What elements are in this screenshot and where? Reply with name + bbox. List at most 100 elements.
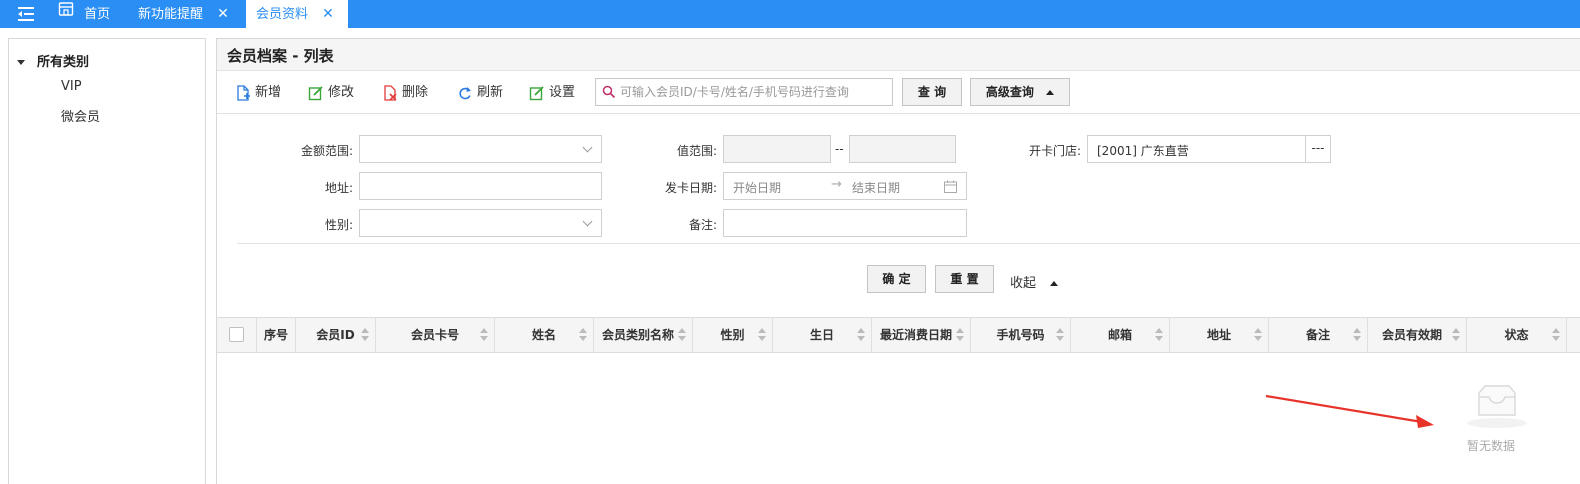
column-header[interactable]: 姓名 <box>495 318 594 352</box>
toolbar: 新增 修改 删除 刷新 设置 可输入会员ID/卡号/姓名/手机号码进行查询 查 … <box>217 72 1580 114</box>
column-header[interactable]: 会员类别名称 <box>594 318 693 352</box>
store-picker-button[interactable]: --- <box>1305 135 1331 163</box>
column-header[interactable]: 手机号码 <box>971 318 1071 352</box>
remark-label: 备注: <box>688 218 717 232</box>
sort-icon[interactable] <box>1452 328 1460 342</box>
add-button[interactable]: 新增 <box>235 82 281 104</box>
advanced-query-button[interactable]: 高级查询 <box>970 78 1070 106</box>
column-header[interactable]: 状态 <box>1467 318 1567 352</box>
advanced-query-label: 高级查询 <box>985 85 1034 99</box>
column-header[interactable]: 会员ID <box>296 318 376 352</box>
sort-icon[interactable] <box>956 328 964 342</box>
collapse-label: 收起 <box>1010 276 1037 291</box>
close-icon[interactable]: ✕ <box>322 0 334 28</box>
issue-date-label: 发卡日期: <box>664 181 717 195</box>
collapse-toggle[interactable]: 收起 <box>1010 272 1059 291</box>
column-header[interactable]: 生日 <box>773 318 872 352</box>
sort-icon[interactable] <box>857 328 865 342</box>
settings-button[interactable]: 设置 <box>529 82 575 104</box>
chevron-down-icon <box>582 142 593 153</box>
column-header[interactable]: 最近消费日期 <box>872 318 971 352</box>
value-range-max-input[interactable] <box>849 135 956 163</box>
issuing-store-label: 开卡门店: <box>1028 144 1081 158</box>
column-label: 会员卡号 <box>410 328 459 342</box>
gender-select[interactable] <box>359 209 602 237</box>
column-header[interactable]: 备注 <box>1269 318 1368 352</box>
confirm-button[interactable]: 确 定 <box>867 265 926 293</box>
sort-icon[interactable] <box>579 328 587 342</box>
close-icon[interactable]: ✕ <box>217 0 229 28</box>
select-all-checkbox[interactable] <box>229 327 244 342</box>
annotation-arrow-icon <box>1265 394 1434 428</box>
column-header[interactable]: 会员有效期 <box>1368 318 1467 352</box>
calendar-icon <box>944 180 957 193</box>
column-label: 序号 <box>263 328 288 342</box>
reset-button[interactable]: 重 置 <box>935 265 994 293</box>
edit-button[interactable]: 修改 <box>308 82 354 104</box>
tab-member-info[interactable]: 会员资料 ✕ <box>246 0 348 28</box>
search-icon <box>602 85 616 99</box>
title-bar: 会员档案 - 列表 <box>217 39 1580 71</box>
tree-root-all-categories[interactable]: 所有类别 <box>17 51 89 70</box>
sort-icon[interactable] <box>758 328 766 342</box>
gender-label: 性别: <box>324 218 353 232</box>
arrow-right-icon: → <box>831 177 842 192</box>
column-label: 会员有效期 <box>1381 328 1442 342</box>
category-tree-panel: 所有类别 VIP 微会员 <box>8 38 206 484</box>
sort-icon[interactable] <box>1552 328 1560 342</box>
empty-inbox-icon <box>1467 385 1527 428</box>
select-all-cell <box>217 318 257 352</box>
column-label: 生日 <box>809 328 834 342</box>
query-button[interactable]: 查 询 <box>902 78 962 106</box>
add-label: 新增 <box>255 85 282 100</box>
add-file-icon <box>237 84 250 101</box>
sort-icon[interactable] <box>480 328 488 342</box>
column-header[interactable]: 地址 <box>1170 318 1269 352</box>
tree-item-vip[interactable]: VIP <box>61 79 82 94</box>
issuing-store-input[interactable]: [2001] 广东直营 <box>1087 135 1306 163</box>
column-label: 会员ID <box>316 328 355 342</box>
column-label: 备注 <box>1305 328 1330 342</box>
tree-item-wechat-member[interactable]: 微会员 <box>61 106 100 125</box>
home-store-icon <box>58 0 74 28</box>
amount-range-label: 金额范围: <box>300 144 353 158</box>
value-range-min-input[interactable] <box>723 135 831 163</box>
column-label: 会员类别名称 <box>601 328 674 342</box>
refresh-icon <box>459 86 471 99</box>
tab-new-features[interactable]: 新功能提醒 ✕ <box>138 0 229 28</box>
address-input[interactable] <box>359 172 602 200</box>
tab-home[interactable]: 首页 <box>58 0 110 28</box>
issuing-store-value: [2001] 广东直营 <box>1097 144 1189 158</box>
sort-icon[interactable] <box>1353 328 1361 342</box>
sort-icon[interactable] <box>678 328 686 342</box>
search-input[interactable] <box>620 79 890 105</box>
top-tab-bar: 首页 新功能提醒 ✕ 会员资料 ✕ <box>0 0 1580 28</box>
amount-range-select[interactable] <box>359 135 602 163</box>
menu-toggle-icon[interactable] <box>14 4 38 24</box>
chevron-down-icon <box>582 216 593 227</box>
address-label: 地址: <box>324 181 353 195</box>
column-label: 状态 <box>1504 328 1529 342</box>
caret-up-icon <box>1046 90 1055 95</box>
delete-button[interactable]: 删除 <box>382 82 428 104</box>
start-date-placeholder: 开始日期 <box>733 181 782 195</box>
delete-file-icon <box>384 84 397 101</box>
edit-icon <box>308 85 323 100</box>
sort-icon[interactable] <box>1155 328 1163 342</box>
issue-date-range-picker[interactable]: 开始日期 → 结束日期 <box>723 172 967 200</box>
sort-icon[interactable] <box>1254 328 1262 342</box>
edit-label: 修改 <box>328 85 355 100</box>
column-header[interactable]: 邮箱 <box>1071 318 1170 352</box>
column-label: 手机号码 <box>996 328 1045 342</box>
end-date-placeholder: 结束日期 <box>852 181 901 195</box>
sort-icon[interactable] <box>361 328 369 342</box>
column-label: 地址 <box>1206 328 1231 342</box>
caret-down-icon[interactable] <box>17 60 25 65</box>
refresh-button[interactable]: 刷新 <box>457 82 503 104</box>
remark-input[interactable] <box>723 209 967 237</box>
settings-label: 设置 <box>549 85 576 100</box>
column-header[interactable]: 性别 <box>693 318 773 352</box>
sort-icon[interactable] <box>1056 328 1064 342</box>
column-header[interactable]: 会员卡号 <box>376 318 495 352</box>
value-range-separator: -- <box>835 142 844 156</box>
